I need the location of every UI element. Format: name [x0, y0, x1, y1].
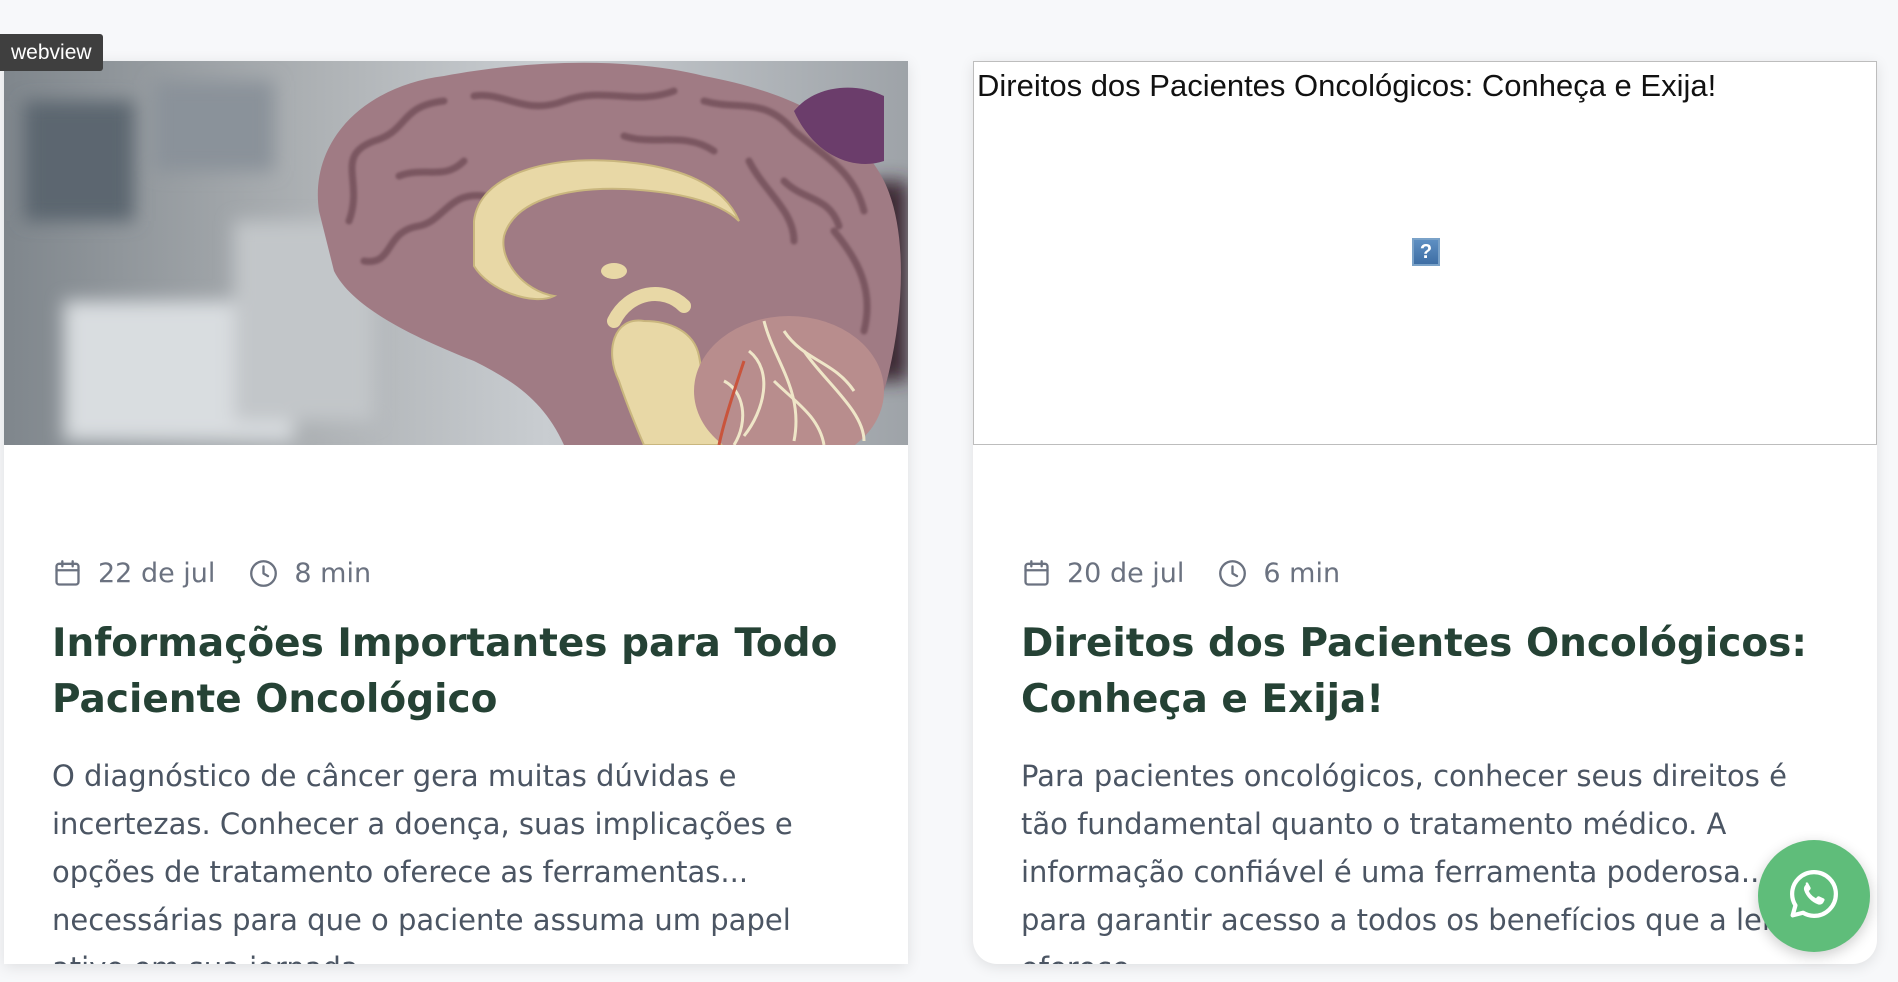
article-excerpt: Para pacientes oncológicos, conhecer seu…: [1021, 759, 1787, 964]
date-meta: 20 de jul: [1021, 558, 1184, 589]
article-title[interactable]: Direitos dos Pacientes Oncológicos: Conh…: [1021, 616, 1837, 728]
article-excerpt: O diagnóstico de câncer gera muitas dúvi…: [52, 759, 793, 964]
article-read-time: 8 min: [294, 557, 372, 589]
article-title[interactable]: Informações Importantes para Todo Pacien…: [52, 616, 868, 728]
brain-model-image: [4, 61, 908, 445]
image-alt-text: Direitos dos Pacientes Oncológicos: Conh…: [977, 68, 1717, 103]
broken-image-icon: ?: [1412, 238, 1440, 266]
article-image-broken[interactable]: Direitos dos Pacientes Oncológicos: Conh…: [973, 61, 1877, 445]
whatsapp-button[interactable]: [1758, 840, 1870, 952]
date-meta: 22 de jul: [52, 558, 215, 589]
article-image[interactable]: [4, 61, 908, 445]
article-date: 20 de jul: [1067, 557, 1185, 589]
whatsapp-icon: [1786, 866, 1842, 926]
clock-icon: [248, 558, 279, 589]
read-time-meta: 6 min: [1217, 558, 1340, 589]
calendar-icon: [1021, 558, 1052, 589]
clock-icon: [1217, 558, 1248, 589]
calendar-icon: [52, 558, 83, 589]
article-read-time: 6 min: [1263, 557, 1341, 589]
article-meta: 22 de jul 8 min: [52, 555, 371, 591]
article-card[interactable]: Direitos dos Pacientes Oncológicos: Conh…: [973, 61, 1877, 964]
article-meta: 20 de jul 6 min: [1021, 555, 1340, 591]
article-card[interactable]: 22 de jul 8 min Informações Importantes …: [4, 61, 908, 964]
webview-tag: webview: [0, 34, 103, 71]
article-date: 22 de jul: [98, 557, 216, 589]
read-time-meta: 8 min: [248, 558, 371, 589]
